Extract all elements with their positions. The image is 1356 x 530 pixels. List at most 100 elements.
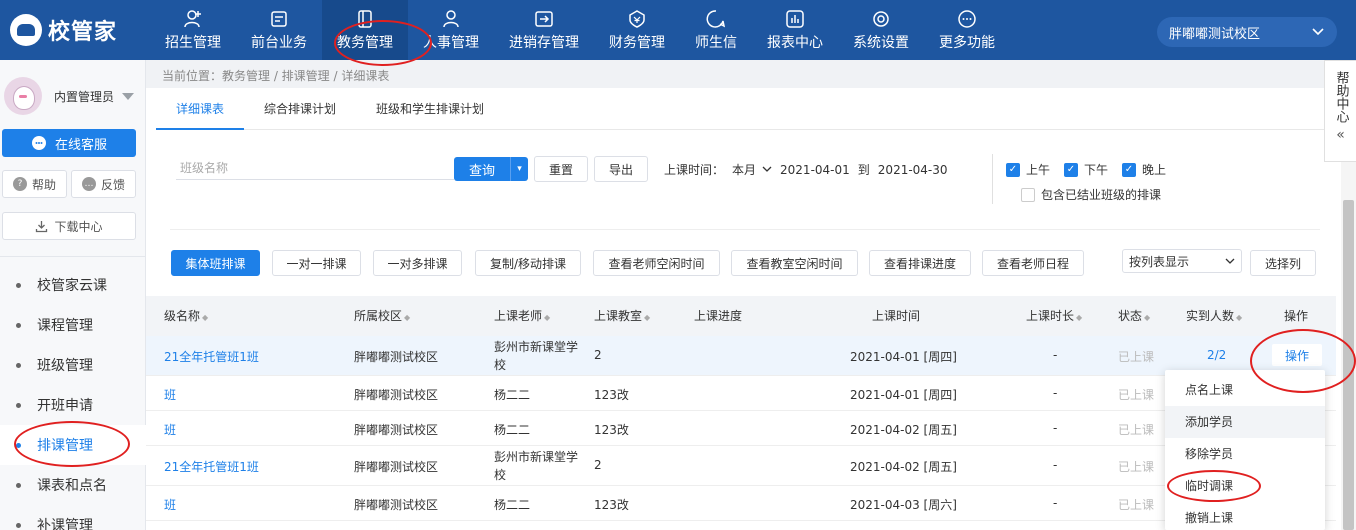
class-name-link[interactable]: 班 xyxy=(164,386,176,403)
time-cell: 2021-04-02 [周五] xyxy=(850,460,957,474)
tab-2[interactable]: 班级和学生排课计划 xyxy=(356,88,504,130)
row-operate-button[interactable]: 操作 xyxy=(1272,344,1322,366)
help-center-tab[interactable]: 帮助中心 « xyxy=(1324,60,1356,162)
sidebar-item-4[interactable]: 排课管理 xyxy=(0,425,146,465)
user-name: 内置管理员 xyxy=(54,89,115,104)
nav-item-2[interactable]: 教务管理 xyxy=(322,0,408,60)
class-name-link[interactable]: 班 xyxy=(164,496,176,513)
teacher-cell: 杨二二 xyxy=(494,423,531,437)
time-cell: 2021-04-01 [周四] xyxy=(850,388,957,402)
morning-label: 上午 xyxy=(1026,163,1051,177)
table-row[interactable]: 班 胖嘟嘟测试校区 杨二二 123改 2021-04-03 [周六] - 已上课 xyxy=(146,486,1336,521)
column-header-label: 状态 xyxy=(1118,309,1143,323)
download-center-button[interactable]: 下载中心 xyxy=(2,212,136,240)
nav-item-label: 招生管理 xyxy=(165,34,221,51)
sidebar-item-5[interactable]: 课表和点名 xyxy=(0,465,146,505)
room-cell: 2 xyxy=(594,458,602,472)
schedule-progress-button[interactable]: 查看排课进度 xyxy=(869,250,971,276)
nav-item-9[interactable]: 更多功能 xyxy=(924,0,1010,60)
chat-bubble-icon xyxy=(31,136,46,150)
feedback-button[interactable]: … 反馈 xyxy=(71,170,136,198)
include-finished-checkbox[interactable]: 包含已结业班级的排课 xyxy=(1021,186,1161,203)
date-from[interactable]: 2021-04-01 xyxy=(780,163,850,177)
table-row[interactable]: 班 胖嘟嘟测试校区 杨二二 123改 2021-04-02 [周五] - 已上课 xyxy=(146,411,1336,446)
column-header-1[interactable]: 所属校区 ◆ xyxy=(354,296,410,336)
group-schedule-button[interactable]: 集体班排课 xyxy=(171,250,260,276)
evening-checkbox[interactable]: ✓ 晚上 xyxy=(1122,161,1166,178)
column-header-8[interactable]: 实到人数 ◆ xyxy=(1186,296,1242,336)
online-service-button[interactable]: 在线客服 xyxy=(2,129,136,157)
nav-item-8[interactable]: 系统设置 xyxy=(838,0,924,60)
class-name-link[interactable]: 21全年托管班1班 xyxy=(164,458,259,475)
view-mode-select[interactable]: 按列表显示 xyxy=(1122,249,1242,273)
nav-item-4[interactable]: 进销存管理 xyxy=(494,0,594,60)
class-name-link[interactable]: 21全年托管班1班 xyxy=(164,348,259,365)
column-header-3[interactable]: 上课教室 ◆ xyxy=(594,296,650,336)
breadcrumb: 当前位置：教务管理 / 排课管理 / 详细课表 xyxy=(162,69,390,83)
campus-select-value: 胖嘟嘟测试校区 xyxy=(1169,26,1261,42)
help-button[interactable]: ? 帮助 xyxy=(2,170,67,198)
sort-icon: ◆ xyxy=(202,313,209,322)
copy-move-button[interactable]: 复制/移动排课 xyxy=(475,250,581,276)
sidebar-item-2[interactable]: 班级管理 xyxy=(0,345,146,385)
column-header-label: 所属校区 xyxy=(354,309,403,323)
select-columns-button[interactable]: 选择列 xyxy=(1250,250,1316,276)
app-logo[interactable]: 校管家 xyxy=(10,12,117,48)
table-row[interactable]: 21全年托管班1班 胖嘟嘟测试校区 彭州市新课堂学校 2 2021-04-02 [周五]… xyxy=(146,446,1336,486)
table-row[interactable]: 班 胖嘟嘟测试校区 杨二二 123改 2021-04-01 [周四] - 已上课 xyxy=(146,376,1336,411)
tab-0[interactable]: 详细课表 xyxy=(156,88,245,130)
column-header-2[interactable]: 上课老师 ◆ xyxy=(494,296,550,336)
column-header-9: 操作 xyxy=(1284,296,1308,336)
export-button[interactable]: 导出 xyxy=(594,156,648,182)
one-on-one-button[interactable]: 一对一排课 xyxy=(272,250,361,276)
reset-button[interactable]: 重置 xyxy=(534,156,588,182)
period-value: 本月 xyxy=(732,163,757,177)
class-name-link[interactable]: 班 xyxy=(164,421,176,438)
one-to-many-button[interactable]: 一对多排课 xyxy=(373,250,462,276)
campus-cell: 胖嘟嘟测试校区 xyxy=(354,388,439,402)
query-button[interactable]: 查询 ▾ xyxy=(454,157,528,181)
period-select[interactable]: 本月 xyxy=(732,161,772,178)
teacher-calendar-button[interactable]: 查看老师日程 xyxy=(982,250,1084,276)
column-header-6[interactable]: 上课时长 ◆ xyxy=(1026,296,1082,336)
nav-item-7[interactable]: 报表中心 xyxy=(752,0,838,60)
nav-item-0[interactable]: 招生管理 xyxy=(150,0,236,60)
morning-checkbox[interactable]: ✓ 上午 xyxy=(1006,161,1050,178)
column-header-label: 实到人数 xyxy=(1186,309,1235,323)
afternoon-checkbox[interactable]: ✓ 下午 xyxy=(1064,161,1108,178)
dropdown-item-4[interactable]: 撤销上课 xyxy=(1165,502,1325,530)
nav-item-3[interactable]: 人事管理 xyxy=(408,0,494,60)
help-feedback-group: ? 帮助 … 反馈 xyxy=(2,170,136,198)
room-free-time-button[interactable]: 查看教室空闲时间 xyxy=(731,250,858,276)
user-menu[interactable]: 内置管理员 xyxy=(4,76,142,116)
dropdown-item-0[interactable]: 点名上课 xyxy=(1165,374,1325,406)
settings-icon xyxy=(871,9,891,29)
sidebar-item-6[interactable]: 补课管理 xyxy=(0,505,146,530)
nav-item-5[interactable]: 财务管理 xyxy=(594,0,680,60)
sidebar-item-1[interactable]: 课程管理 xyxy=(0,305,146,345)
dropdown-item-1[interactable]: 添加学员 xyxy=(1165,406,1325,438)
nav-item-1[interactable]: 前台业务 xyxy=(236,0,322,60)
dropdown-item-3[interactable]: 临时调课 xyxy=(1165,470,1325,502)
campus-select[interactable]: 胖嘟嘟测试校区 xyxy=(1157,17,1337,47)
sidebar-item-0[interactable]: 校管家云课 xyxy=(0,265,146,305)
sort-icon: ◆ xyxy=(644,313,651,322)
column-header-7[interactable]: 状态 ◆ xyxy=(1118,296,1150,336)
attendance-cell[interactable]: 2/2 xyxy=(1207,348,1226,362)
filter-divider xyxy=(992,154,993,204)
date-to[interactable]: 2021-04-30 xyxy=(878,163,948,177)
tab-1[interactable]: 综合排课计划 xyxy=(244,88,356,130)
checkbox-checked-icon: ✓ xyxy=(1064,162,1078,177)
nav-item-6[interactable]: 师生信 xyxy=(680,0,752,60)
dropdown-item-2[interactable]: 移除学员 xyxy=(1165,438,1325,470)
scrollbar-thumb[interactable] xyxy=(1343,200,1354,530)
column-header-0[interactable]: 级名称 ◆ xyxy=(164,296,208,336)
table-header: 级名称 ◆ 所属校区 ◆ 上课老师 ◆ 上课教室 ◆ 上课进度 上课时间 上课时长 ◆ 状态 ◆ 实到人数 ◆… xyxy=(146,296,1336,336)
query-dropdown-icon[interactable]: ▾ xyxy=(510,157,528,181)
sidebar-item-3[interactable]: 开班申请 xyxy=(0,385,146,425)
class-name-input[interactable]: 班级名称 xyxy=(176,158,454,180)
teacher-free-time-button[interactable]: 查看老师空闲时间 xyxy=(593,250,720,276)
teacher-cell: 杨二二 xyxy=(494,388,531,402)
table-row[interactable]: 21全年托管班1班 胖嘟嘟测试校区 彭州市新课堂学校 2 2021-04-01 [周四]… xyxy=(146,336,1336,376)
status-cell: 已上课 xyxy=(1118,350,1155,364)
